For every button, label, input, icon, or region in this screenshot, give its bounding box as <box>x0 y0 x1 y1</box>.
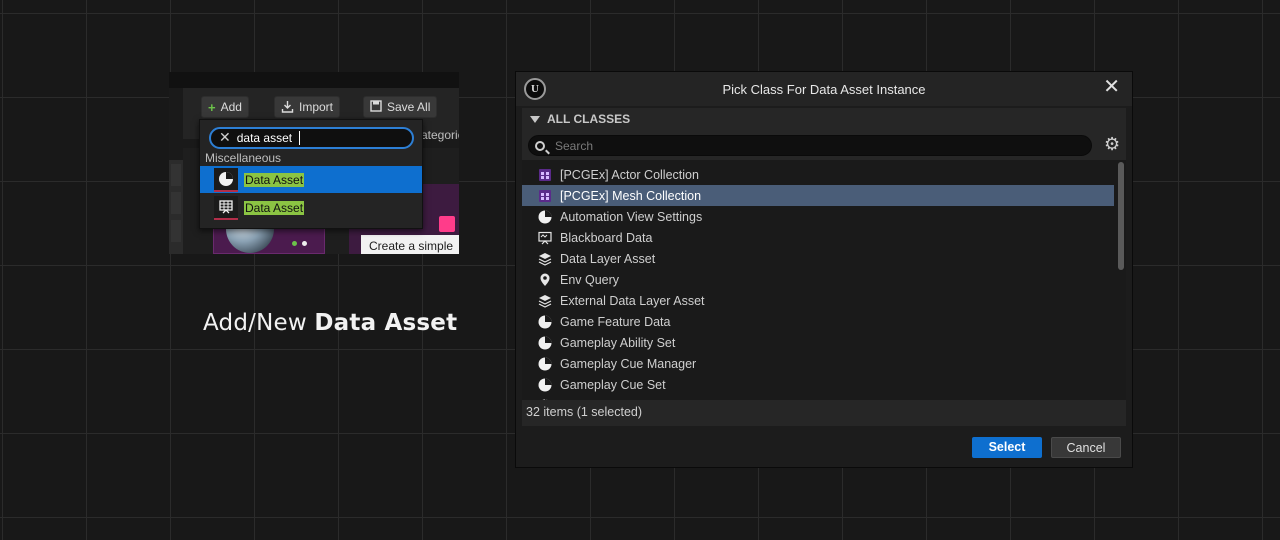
menu-item-data-asset[interactable]: Data Asset <box>200 166 422 193</box>
menu-category-label: Miscellaneous <box>205 151 282 165</box>
categories-label-partial: ategorie <box>421 128 459 142</box>
class-list-item[interactable]: Gameplay Tag Reponse Table <box>522 395 1114 400</box>
data-asset-pie-icon <box>214 167 238 192</box>
menu-item-data-asset-alt[interactable]: Data Asset <box>200 194 422 221</box>
dialog-title: Pick Class For Data Asset Instance <box>722 82 926 97</box>
scrollbar[interactable] <box>1118 160 1124 400</box>
all-classes-label: ALL CLASSES <box>547 112 631 126</box>
caption-text: Add/New Data Asset <box>203 310 457 336</box>
menu-search-field[interactable]: ✕ data asset <box>209 127 414 149</box>
pie-icon <box>538 210 552 224</box>
close-icon[interactable]: ✕ <box>1103 76 1120 96</box>
class-list-item[interactable]: [PCGEx] Actor Collection <box>522 164 1114 185</box>
scrollbar-thumb[interactable] <box>1118 162 1124 270</box>
class-list-item-label: Blackboard Data <box>560 230 653 245</box>
class-list-item-label: Automation View Settings <box>560 209 703 224</box>
save-all-button-label: Save All <box>387 100 431 114</box>
add-button-label: Add <box>220 100 242 114</box>
class-list-item-label: [PCGEx] Actor Collection <box>560 167 699 182</box>
search-icon <box>535 140 545 151</box>
dialog-title-bar[interactable]: U Pick Class For Data Asset Instance ✕ <box>516 72 1132 106</box>
sources-strip <box>169 160 183 254</box>
class-list-item-label: Gameplay Ability Set <box>560 335 676 350</box>
blackboard-icon <box>538 231 552 245</box>
class-picker-body: ALL CLASSES ⚙ Gameplay Tag Reponse Table… <box>522 108 1126 426</box>
class-list-item[interactable]: Blackboard Data <box>522 227 1114 248</box>
class-list-item[interactable]: External Data Layer Asset <box>522 290 1114 311</box>
class-list-item-label: Gameplay Cue Set <box>560 377 666 392</box>
pie-icon <box>538 336 552 350</box>
add-button[interactable]: + Add <box>201 96 249 118</box>
save-icon <box>370 100 382 114</box>
clear-search-icon[interactable]: ✕ <box>219 131 231 145</box>
class-list-item[interactable]: Env Query <box>522 269 1114 290</box>
layers-icon <box>538 294 552 308</box>
class-list[interactable]: Gameplay Tag Reponse Table Gameplay Cue S… <box>522 160 1126 400</box>
cancel-button[interactable]: Cancel <box>1051 437 1121 458</box>
pcgex-icon <box>538 189 552 203</box>
gear-icon[interactable]: ⚙ <box>1104 136 1120 154</box>
menu-item-label: Data Asset <box>244 200 305 215</box>
class-list-item-label: Gameplay Tag Reponse Table <box>560 399 727 401</box>
class-list-item-label: External Data Layer Asset <box>560 293 705 308</box>
asset-tooltip: Create a simple <box>361 235 459 254</box>
item-count-status: 32 items (1 selected) <box>526 405 643 419</box>
menu-item-label: Data Asset <box>244 172 305 187</box>
class-list-item-label: Game Feature Data <box>560 314 671 329</box>
class-list-item[interactable]: Game Feature Data <box>522 311 1114 332</box>
panel-tab-bar <box>169 72 459 88</box>
menu-search-value[interactable]: data asset <box>237 131 292 145</box>
location-pin-icon <box>538 273 552 287</box>
class-list-item[interactable]: Automation View Settings <box>522 206 1114 227</box>
class-search-field[interactable] <box>528 135 1092 156</box>
import-icon <box>281 100 294 115</box>
import-button-label: Import <box>299 100 334 114</box>
save-all-button[interactable]: Save All <box>363 96 438 118</box>
select-button[interactable]: Select <box>972 437 1042 458</box>
pcgex-icon <box>538 168 552 182</box>
layers-icon <box>538 252 552 266</box>
class-list-item[interactable]: Gameplay Cue Manager <box>522 353 1114 374</box>
class-search-input[interactable] <box>555 138 1055 153</box>
pink-square-icon <box>439 216 455 232</box>
pie-icon <box>538 357 552 371</box>
class-list-item-label: Env Query <box>560 272 620 287</box>
caption-prefix: Add/New <box>203 310 315 336</box>
caption-bold: Data Asset <box>314 310 458 336</box>
class-list-item[interactable]: Gameplay Cue Set <box>522 374 1114 395</box>
pie-icon <box>538 399 552 400</box>
all-classes-header[interactable]: ALL CLASSES <box>530 112 630 126</box>
pie-icon <box>538 315 552 329</box>
class-list-item-label: Data Layer Asset <box>560 251 656 266</box>
collapse-triangle-icon <box>530 115 540 123</box>
add-asset-menu: ✕ data asset Miscellaneous Data Asset Da… <box>199 119 423 229</box>
pie-icon <box>538 378 552 392</box>
plus-icon: + <box>208 99 216 115</box>
class-list-item[interactable]: [PCGEx] Mesh Collection <box>522 185 1114 206</box>
class-list-item[interactable]: Data Layer Asset <box>522 248 1114 269</box>
pick-class-dialog: U Pick Class For Data Asset Instance ✕ A… <box>515 71 1133 468</box>
class-list-item[interactable]: Gameplay Ability Set <box>522 332 1114 353</box>
data-asset-grid-icon <box>214 195 238 220</box>
class-list-item-label: [PCGEx] Mesh Collection <box>560 188 702 203</box>
import-button[interactable]: Import <box>274 96 341 118</box>
class-list-item-label: Gameplay Cue Manager <box>560 356 697 371</box>
